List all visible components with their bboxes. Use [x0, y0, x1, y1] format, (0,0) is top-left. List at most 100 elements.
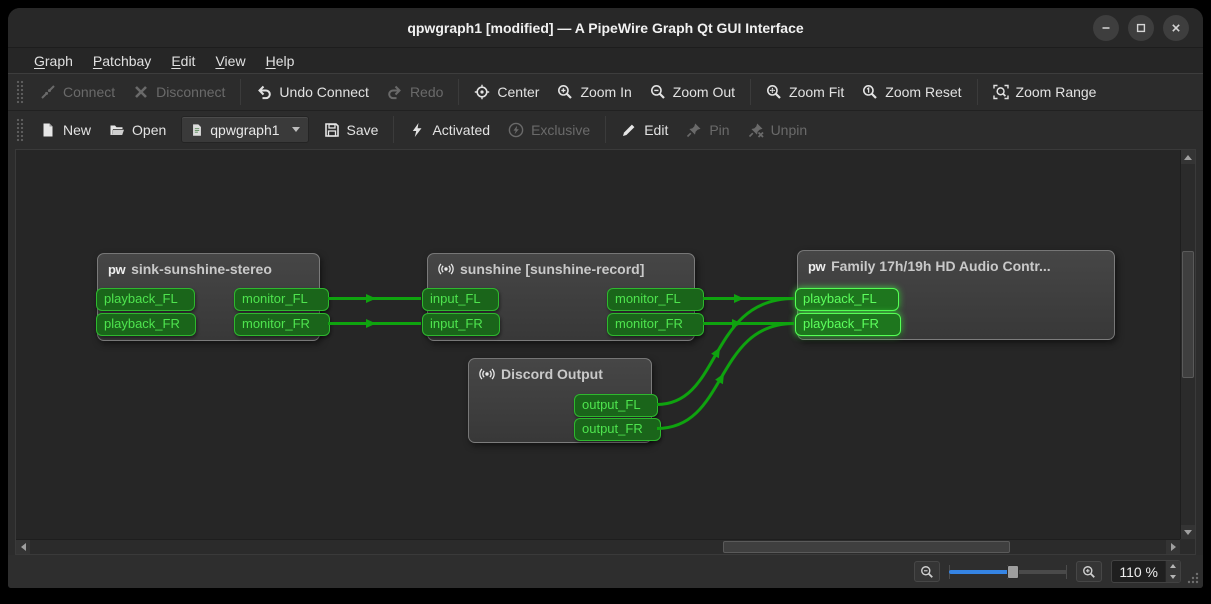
port-monitor-fr[interactable]: monitor_FR — [607, 313, 704, 336]
zoom-slider-handle[interactable] — [1007, 565, 1019, 579]
save-icon — [324, 122, 340, 138]
zoom-out-button[interactable]: Zoom Out — [641, 80, 744, 104]
node-header[interactable]: pw Family 17h/19h HD Audio Contr... — [798, 251, 1114, 274]
window-title: qpwgraph1 [modified] — A PipeWire Graph … — [407, 20, 803, 36]
patchbay-selector[interactable]: qpwgraph1 — [181, 116, 308, 143]
zoom-range-button[interactable]: Zoom Range — [984, 80, 1106, 104]
center-button[interactable]: Center — [465, 80, 548, 104]
port-monitor-fl[interactable]: monitor_FL — [607, 288, 704, 311]
save-button[interactable]: Save — [315, 118, 388, 142]
statusbar-zoom-out-button[interactable] — [914, 561, 940, 582]
port-playback-fl[interactable]: playback_FL — [96, 288, 195, 311]
zoom-spinbox[interactable]: 110 % — [1111, 560, 1181, 583]
pipewire-icon: pw — [808, 259, 825, 274]
spin-up-button[interactable] — [1166, 561, 1180, 572]
zoom-slider-track[interactable] — [1015, 570, 1067, 574]
lightning-icon — [409, 122, 425, 138]
port-input-fr[interactable]: input_FR — [422, 313, 500, 336]
port-monitor-fl[interactable]: monitor_FL — [234, 288, 329, 311]
zoom-in-icon — [1082, 565, 1096, 579]
node-title: sunshine [sunshine-record] — [460, 261, 644, 277]
menu-patchbay[interactable]: Patchbay — [83, 51, 161, 71]
connection-arrow — [734, 294, 744, 303]
connection-arrow — [366, 294, 376, 303]
arrow-up-icon — [1184, 155, 1192, 160]
node-header[interactable]: Discord Output — [469, 359, 651, 382]
scroll-right-button[interactable] — [1166, 540, 1180, 554]
open-button[interactable]: Open — [100, 118, 175, 142]
horizontal-scrollbar-thumb[interactable] — [723, 541, 1010, 553]
connect-icon — [40, 84, 56, 100]
scroll-up-button[interactable] — [1181, 150, 1195, 164]
scroll-down-button[interactable] — [1181, 525, 1195, 539]
window-resize-grip[interactable] — [1186, 571, 1199, 584]
pin-icon — [686, 122, 702, 138]
redo-button[interactable]: Redo — [378, 80, 452, 104]
toolbar-separator — [458, 79, 459, 105]
maximize-button[interactable] — [1128, 15, 1154, 41]
unpin-button[interactable]: Unpin — [739, 118, 817, 142]
arrow-up-icon — [1170, 564, 1176, 568]
pin-button[interactable]: Pin — [677, 118, 738, 142]
menu-help[interactable]: Help — [256, 51, 305, 71]
zoom-out-icon — [650, 84, 666, 100]
node-header[interactable]: sunshine [sunshine-record] — [428, 254, 694, 277]
stream-icon — [479, 366, 495, 382]
connection-arrow — [366, 319, 376, 328]
zoom-in-button[interactable]: Zoom In — [548, 80, 640, 104]
node-discord-output[interactable]: Discord Output output_FL output_FR — [468, 358, 652, 443]
toolbar-drag-handle[interactable] — [16, 80, 24, 104]
edit-button[interactable]: Edit — [612, 118, 677, 142]
horizontal-scrollbar[interactable] — [16, 539, 1180, 554]
node-sunshine[interactable]: sunshine [sunshine-record] input_FL inpu… — [427, 253, 695, 341]
title-bar[interactable]: qpwgraph1 [modified] — A PipeWire Graph … — [8, 8, 1203, 48]
activated-button[interactable]: Activated — [400, 118, 499, 142]
port-input-fl[interactable]: input_FL — [422, 288, 499, 311]
zoom-fit-button[interactable]: Zoom Fit — [757, 80, 853, 104]
port-playback-fl[interactable]: playback_FL — [795, 288, 899, 311]
node-title: sink-sunshine-stereo — [131, 261, 272, 277]
stream-icon — [438, 261, 454, 277]
vertical-scrollbar[interactable] — [1180, 150, 1195, 539]
connect-button[interactable]: Connect — [31, 80, 124, 104]
window-controls — [1093, 15, 1189, 41]
statusbar-zoom-in-button[interactable] — [1076, 561, 1102, 582]
zoom-slider[interactable] — [949, 562, 1067, 582]
arrow-right-icon — [1171, 543, 1176, 551]
exclusive-button[interactable]: Exclusive — [499, 118, 599, 142]
zoom-slider-track-filled[interactable] — [949, 570, 1009, 574]
new-button[interactable]: New — [31, 118, 100, 142]
menu-graph[interactable]: Graph — [24, 51, 83, 71]
open-folder-icon — [109, 122, 125, 138]
node-family-hd-audio[interactable]: pw Family 17h/19h HD Audio Contr... play… — [797, 250, 1115, 340]
graph-canvas[interactable]: pw sink-sunshine-stereo playback_FL play… — [15, 149, 1196, 555]
center-icon — [474, 84, 490, 100]
disconnect-button[interactable]: Disconnect — [124, 80, 234, 104]
connection-arrow — [732, 319, 742, 328]
menu-view[interactable]: View — [205, 51, 255, 71]
spin-down-button[interactable] — [1166, 572, 1180, 583]
node-sink-sunshine-stereo[interactable]: pw sink-sunshine-stereo playback_FL play… — [97, 253, 320, 341]
port-output-fl[interactable]: output_FL — [574, 394, 658, 417]
port-output-fr[interactable]: output_FR — [574, 418, 661, 441]
patchbay-selector-value: qpwgraph1 — [210, 122, 279, 138]
scroll-left-button[interactable] — [16, 540, 30, 554]
arrow-left-icon — [21, 543, 26, 551]
minimize-icon — [1100, 22, 1112, 34]
close-button[interactable] — [1163, 15, 1189, 41]
spinbox-arrows — [1165, 561, 1180, 582]
new-file-icon — [40, 122, 56, 138]
toolbar-drag-handle[interactable] — [16, 118, 24, 142]
connection-arrow — [711, 345, 724, 358]
zoom-range-icon — [993, 84, 1009, 100]
menu-edit[interactable]: Edit — [161, 51, 205, 71]
undo-connect-button[interactable]: Undo Connect — [247, 80, 378, 104]
arrow-down-icon — [1184, 530, 1192, 535]
port-playback-fr[interactable]: playback_FR — [96, 313, 196, 336]
node-header[interactable]: pw sink-sunshine-stereo — [98, 254, 319, 277]
zoom-reset-button[interactable]: Zoom Reset — [853, 80, 970, 104]
minimize-button[interactable] — [1093, 15, 1119, 41]
port-monitor-fr[interactable]: monitor_FR — [234, 313, 330, 336]
port-playback-fr[interactable]: playback_FR — [795, 313, 901, 336]
vertical-scrollbar-thumb[interactable] — [1182, 251, 1194, 378]
